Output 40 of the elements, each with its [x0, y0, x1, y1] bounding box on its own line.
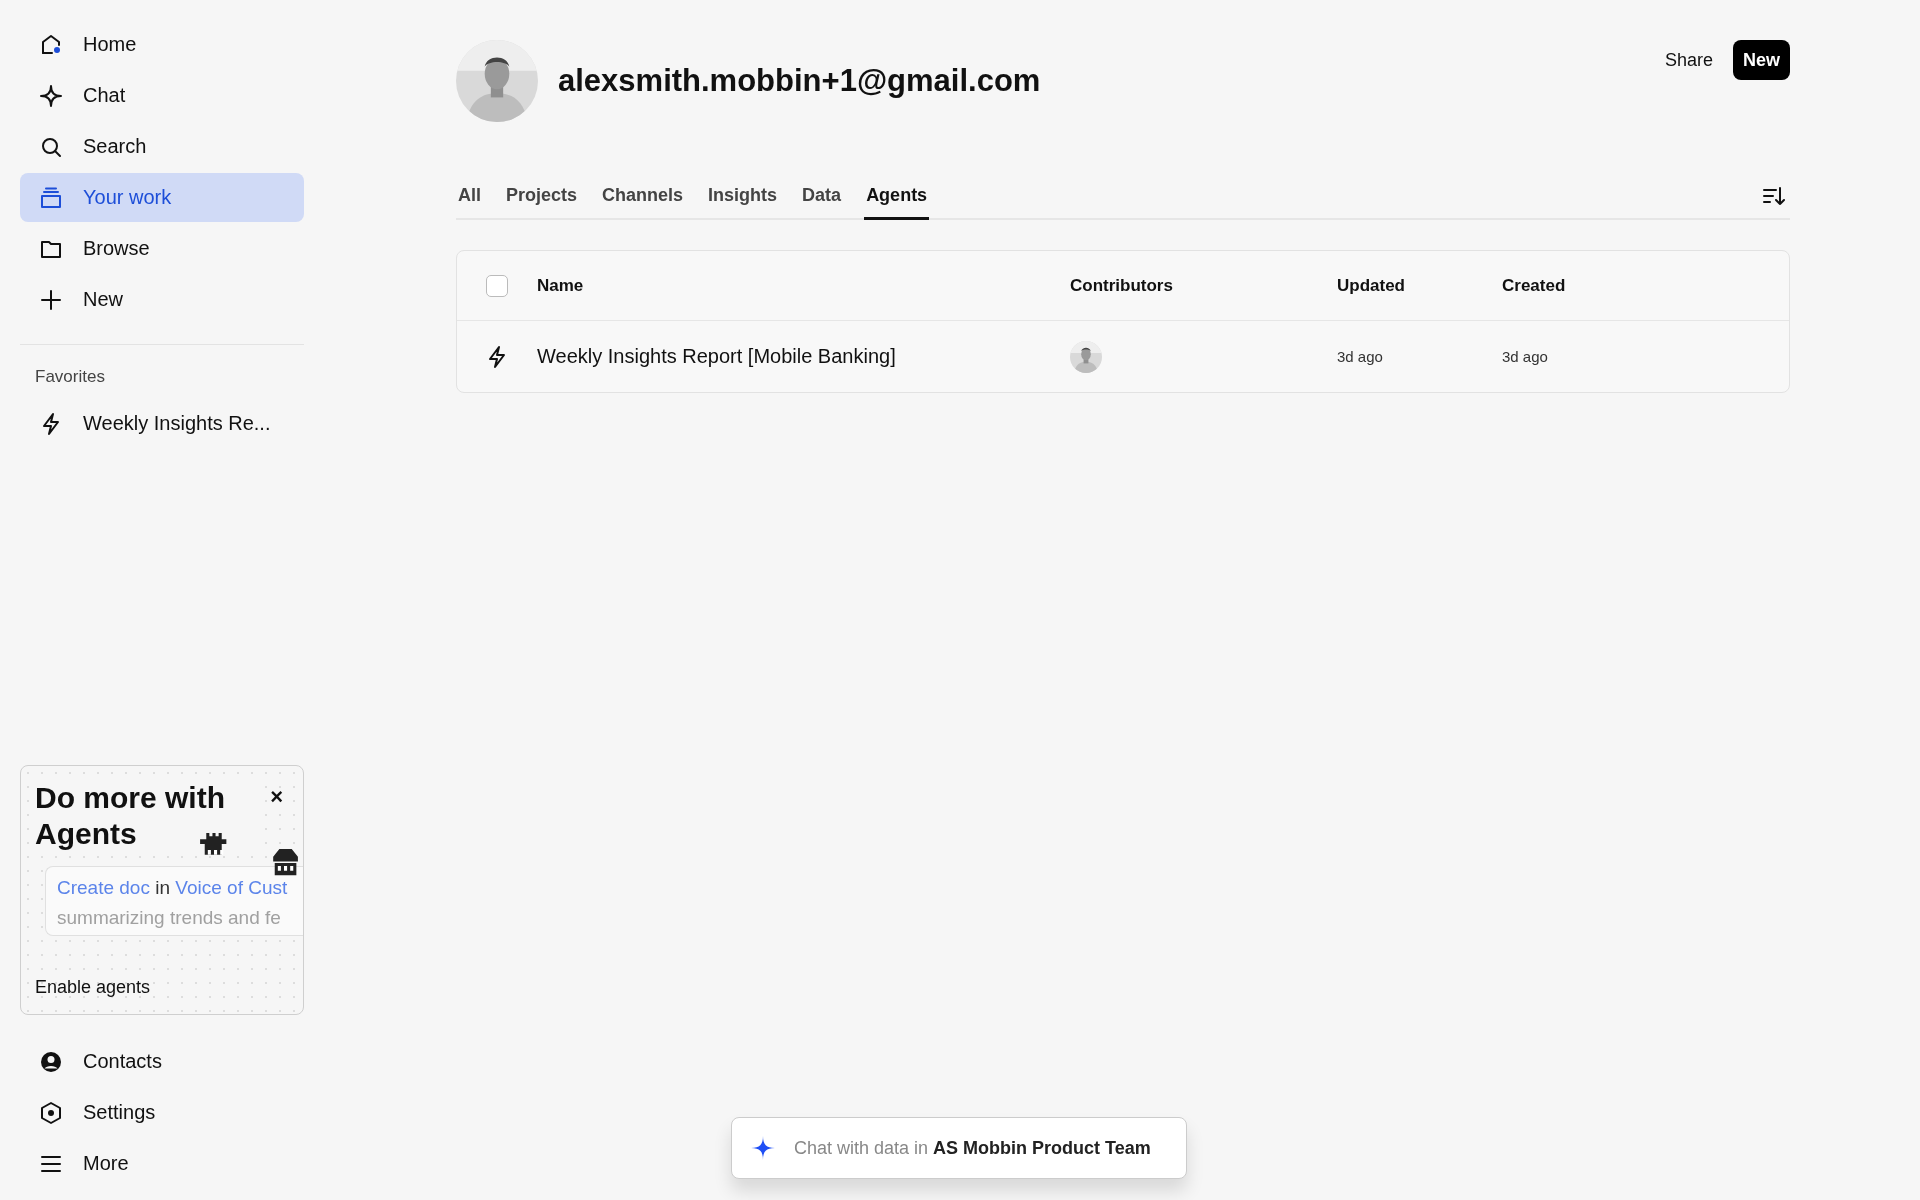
table-cell: 3d ago [1502, 347, 1548, 365]
plus-icon [39, 287, 63, 312]
column-header: Created [1502, 275, 1566, 295]
close-button[interactable]: × [264, 780, 289, 814]
tab[interactable]: Channels [600, 174, 686, 220]
nav-item[interactable]: Settings [20, 1088, 304, 1137]
tab[interactable]: Projects [504, 174, 580, 220]
nav-item[interactable]: More [20, 1139, 304, 1188]
nav-item[interactable]: Browse [20, 224, 304, 273]
column-header: Name [537, 275, 584, 295]
nav-item[interactable]: New [20, 275, 304, 324]
new-button[interactable]: New [1733, 40, 1790, 80]
nav-item[interactable]: Contacts [20, 1037, 304, 1086]
tab[interactable]: Agents [864, 174, 930, 220]
column-header: Updated [1337, 275, 1405, 295]
tab[interactable]: Data [800, 174, 844, 220]
chat-input[interactable]: Chat with data in AS Mobbin Product Team [731, 1117, 1187, 1179]
checkbox[interactable] [486, 274, 508, 297]
settings-icon [39, 1100, 63, 1125]
home-icon [39, 32, 63, 57]
section-heading: Favorites [34, 367, 106, 387]
column-header: Contributors [1070, 275, 1173, 295]
sparkle-icon [39, 83, 63, 108]
sort-icon [1762, 184, 1786, 208]
preview-text: summarizing trends and fe [57, 907, 282, 929]
preview-text: Create doc in Voice of Cust [57, 877, 289, 899]
favorite-item[interactable]: Weekly Insights Re... [20, 399, 304, 448]
nav-item[interactable]: Chat [20, 71, 304, 120]
tab[interactable]: All [456, 174, 483, 220]
enable-agents-button[interactable]: Enable agents [35, 977, 151, 998]
table-cell: Weekly Insights Report [Mobile Banking] [537, 345, 896, 367]
share-button[interactable]: Share [1664, 40, 1713, 80]
tab[interactable]: Insights [706, 174, 780, 220]
nav-item[interactable]: Home [20, 20, 304, 69]
stack-icon [39, 185, 63, 210]
page-title: alexsmith.mobbin+1@gmail.com [558, 63, 1042, 99]
nav-item[interactable]: Search [20, 122, 304, 171]
table-cell: 3d ago [1337, 347, 1383, 365]
person-icon [39, 1049, 63, 1074]
nav-item[interactable]: Your work [20, 173, 304, 222]
